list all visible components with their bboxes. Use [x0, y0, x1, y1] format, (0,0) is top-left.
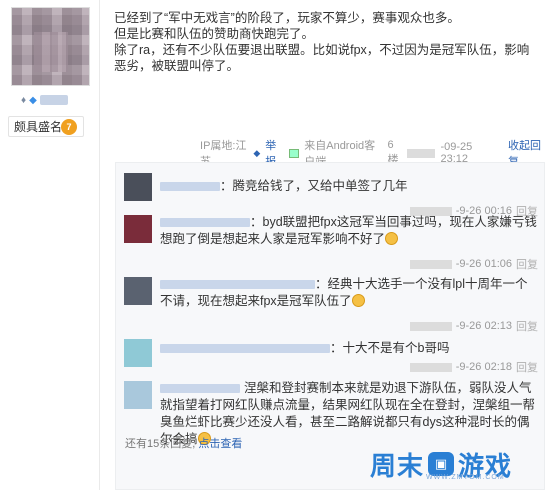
post-line: 已经到了“军中无戏言”的阶段了，玩家不算少，赛事观众也多。	[114, 11, 460, 25]
year-blur	[409, 321, 452, 331]
verified-icon: ◆	[29, 94, 37, 106]
badge-level-icon: 7	[61, 119, 77, 135]
watermark-text-1: 周末	[370, 451, 425, 482]
user-icon: ♦	[21, 94, 27, 106]
reply-username[interactable]	[160, 182, 220, 192]
reply-time: -9-26 01:06	[455, 258, 512, 270]
badge-label: 颇具盛名	[14, 120, 63, 134]
reply-avatar[interactable]	[124, 215, 152, 243]
reply-meta: -9-26 01:06 回复	[409, 256, 538, 272]
reply-text: ：十大不是有个b哥吗	[330, 341, 450, 355]
reply-link[interactable]: 回复	[516, 256, 538, 272]
reply-avatar[interactable]	[124, 339, 152, 367]
more-replies-count: 还有15条回复,	[125, 438, 196, 450]
author-name-row[interactable]: ♦ ◆	[21, 93, 68, 107]
reply-meta: -9-26 02:13 回复	[409, 318, 538, 334]
site-watermark: 周末 ▣ 游戏 WWW.ZMYOM.COM	[370, 438, 550, 490]
reply-username[interactable]	[160, 280, 315, 290]
year-blur	[406, 148, 436, 158]
reply-text-wrap: ：腾竞给钱了，又给中单签了几年	[160, 178, 538, 195]
reply-link[interactable]: 回复	[516, 359, 538, 375]
report-icon: ◆	[253, 147, 261, 158]
post-line: 除了ra，还有不少队伍要退出联盟。比如说fpx，不过因为是冠军队伍，影响恶劣，被…	[114, 43, 530, 73]
more-replies: 还有15条回复, 点击查看	[125, 435, 242, 451]
android-icon	[288, 148, 300, 158]
year-blur	[409, 259, 452, 269]
author-name[interactable]	[39, 95, 68, 105]
post-line: 但是比赛和队伍的赞助商快跑完了。	[114, 27, 315, 41]
watermark-url: WWW.ZMYOM.COM	[426, 474, 505, 481]
author-sidebar: ♦ ◆ 颇具盛名 7	[0, 0, 100, 490]
reply-text-wrap: ：十大不是有个b哥吗	[160, 340, 538, 357]
year-blur	[409, 362, 452, 372]
reply-avatar[interactable]	[124, 277, 152, 305]
reply-link[interactable]: 回复	[516, 318, 538, 334]
reply-meta: -9-26 02:18 回复	[409, 359, 538, 375]
emoji-icon	[351, 294, 365, 308]
view-more-link[interactable]: 点击查看	[198, 438, 242, 450]
reply-avatar[interactable]	[124, 381, 152, 409]
post-content: 已经到了“军中无戏言”的阶段了，玩家不算少，赛事观众也多。 但是比赛和队伍的赞助…	[114, 10, 539, 74]
level-badge[interactable]: 颇具盛名 7	[8, 116, 84, 137]
reply-text-wrap: ：经典十大选手一个没有lpl十周年一个不请，现在想起来fpx是冠军队伍了	[160, 276, 538, 310]
reply-username[interactable]	[160, 344, 330, 354]
reply-username[interactable]	[160, 384, 240, 394]
reply-text-wrap: ：byd联盟把fpx这冠军当回事过吗，现在人家嫌亏钱想跑了倒是想起来人家是冠军影…	[160, 214, 538, 248]
gamepad-icon: ▣	[428, 452, 455, 476]
reply-time: -9-26 02:13	[455, 320, 512, 332]
reply-time: -9-26 02:18	[455, 361, 512, 373]
author-avatar[interactable]	[11, 7, 90, 86]
reply-username[interactable]	[160, 218, 250, 228]
emoji-icon	[385, 232, 399, 246]
reply-avatar[interactable]	[124, 173, 152, 201]
post-meta: IP属地:江苏 ◆ 举报 来自Android客户端 6楼 -09-25 23:1…	[200, 139, 545, 168]
reply-text: ：腾竞给钱了，又给中单签了几年	[220, 179, 408, 193]
